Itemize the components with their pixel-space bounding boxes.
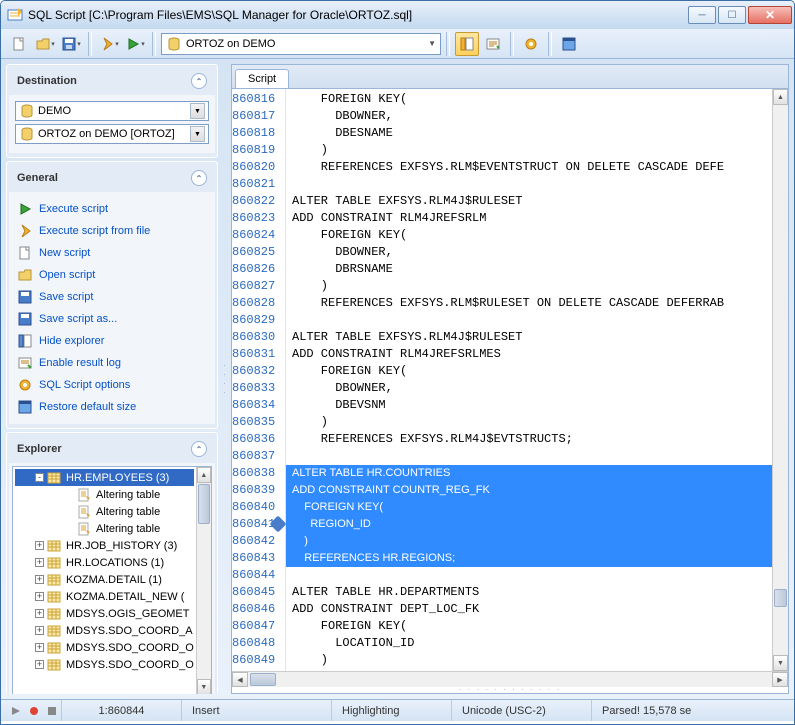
splitter[interactable]: ···· — [222, 64, 227, 694]
title-bar: SQL Script [C:\Program Files\EMS\SQL Man… — [1, 1, 794, 29]
general-title: General — [17, 172, 58, 184]
action-execute-script[interactable]: Execute script — [15, 198, 209, 220]
bottom-splitter[interactable]: · · · · · · · · · · · · — [232, 687, 788, 693]
run-button[interactable]: ▾ — [123, 32, 147, 56]
toolbar: ▾ ▾ ▾ ▾ ORTOZ on DEMO ▼ — [1, 29, 794, 59]
minimize-button[interactable]: ─ — [688, 6, 716, 24]
record-icon[interactable] — [25, 706, 43, 716]
database-value: DEMO — [38, 105, 71, 117]
app-icon — [7, 7, 23, 23]
action-new-script[interactable]: New script — [15, 242, 209, 264]
scroll-thumb[interactable] — [250, 673, 276, 686]
restore-size-button[interactable] — [557, 32, 581, 56]
side-panel: Destination⌃ DEMO▼ ORTOZ on DEMO [ORTOZ]… — [6, 64, 218, 694]
tree-scrollbar[interactable]: ▲ ▼ — [196, 467, 211, 694]
scroll-left-icon[interactable]: ◀ — [232, 672, 248, 687]
action-save-script-as-[interactable]: Save script as... — [15, 308, 209, 330]
scroll-thumb[interactable] — [774, 589, 787, 607]
close-button[interactable]: ✕ — [748, 6, 792, 24]
action-execute-script-from-file[interactable]: Execute script from file — [15, 220, 209, 242]
connection-label: ORTOZ on DEMO — [186, 38, 275, 50]
scroll-down-icon[interactable]: ▼ — [773, 655, 788, 671]
scroll-down-icon[interactable]: ▼ — [197, 679, 211, 694]
insert-mode: Insert — [181, 700, 331, 721]
scroll-up-icon[interactable]: ▲ — [197, 467, 211, 483]
tab-bar: Script — [232, 65, 788, 88]
editor-panel: Script 860816 860817 860818 860819 86082… — [231, 64, 789, 694]
tree-item[interactable]: +MDSYS.SDO_COORD_O — [15, 656, 194, 673]
destination-title: Destination — [17, 75, 77, 87]
tree-item[interactable]: +HR.JOB_HISTORY (3) — [15, 537, 194, 554]
collapse-icon[interactable]: ⌃ — [191, 441, 207, 457]
action-open-script[interactable]: Open script — [15, 264, 209, 286]
action-hide-explorer[interactable]: Hide explorer — [15, 330, 209, 352]
tree-item[interactable]: +KOZMA.DETAIL (1) — [15, 571, 194, 588]
collapse-icon[interactable]: ⌃ — [191, 73, 207, 89]
toggle-explorer-button[interactable] — [455, 32, 479, 56]
tree-item[interactable]: Altering table — [15, 520, 194, 537]
tree-item[interactable]: Altering table — [15, 503, 194, 520]
general-panel: General ⌃ Execute scriptExecute script fr… — [6, 161, 218, 429]
highlighting-status: Highlighting — [331, 700, 451, 721]
explorer-panel: Explorer⌃ -HR.EMPLOYEES (3)Altering tabl… — [6, 432, 218, 694]
dropdown-icon: ▼ — [428, 39, 436, 48]
database-combo[interactable]: DEMO▼ — [15, 101, 209, 121]
tree-item[interactable]: -HR.EMPLOYEES (3) — [15, 469, 194, 486]
line-gutter: 860816 860817 860818 860819 860820 86082… — [232, 89, 286, 671]
tree-item[interactable]: +HR.LOCATIONS (1) — [15, 554, 194, 571]
result-log-button[interactable] — [481, 32, 505, 56]
status-bar: 1:860844 Insert Highlighting Unicode (US… — [1, 699, 794, 721]
stop-icon[interactable] — [43, 706, 61, 716]
code-editor[interactable]: FOREIGN KEY( DBOWNER, DBESNAME ) REFEREN… — [286, 89, 772, 671]
tree-item[interactable]: +MDSYS.OGIS_GEOMET — [15, 605, 194, 622]
play-icon[interactable] — [7, 706, 25, 716]
tree-item[interactable]: +MDSYS.SDO_COORD_A — [15, 622, 194, 639]
tree-item[interactable]: +KOZMA.DETAIL_NEW ( — [15, 588, 194, 605]
scroll-right-icon[interactable]: ▶ — [772, 672, 788, 687]
execute-button[interactable]: ▾ — [97, 32, 121, 56]
save-script-button[interactable]: ▾ — [59, 32, 83, 56]
cursor-position: 1:860844 — [61, 700, 181, 721]
explorer-title: Explorer — [17, 443, 62, 455]
scroll-up-icon[interactable]: ▲ — [773, 89, 788, 105]
collapse-icon[interactable]: ⌃ — [191, 170, 207, 186]
encoding-status: Unicode (USC-2) — [451, 700, 591, 721]
parse-status: Parsed! 15,578 se — [591, 700, 788, 721]
explorer-tree[interactable]: -HR.EMPLOYEES (3)Altering tableAltering … — [12, 466, 212, 694]
action-enable-result-log[interactable]: Enable result log — [15, 352, 209, 374]
tree-item[interactable]: Altering table — [15, 486, 194, 503]
horizontal-scrollbar[interactable]: ◀ ▶ — [232, 671, 788, 687]
bookmark-icon — [270, 516, 287, 533]
action-restore-default-size[interactable]: Restore default size — [15, 396, 209, 418]
action-save-script[interactable]: Save script — [15, 286, 209, 308]
new-script-button[interactable] — [7, 32, 31, 56]
script-tab[interactable]: Script — [235, 69, 289, 88]
connection-combo[interactable]: ORTOZ on DEMO ▼ — [161, 33, 441, 55]
window-title: SQL Script [C:\Program Files\EMS\SQL Man… — [28, 8, 688, 22]
destination-panel: Destination ⌃ DEMO▼ ORTOZ on DEMO [ORTOZ]… — [6, 64, 218, 158]
action-sql-script-options[interactable]: SQL Script options — [15, 374, 209, 396]
vertical-scrollbar[interactable]: ▲ ▼ — [772, 89, 788, 671]
connection-value: ORTOZ on DEMO [ORTOZ] — [38, 128, 175, 140]
options-button[interactable] — [519, 32, 543, 56]
open-script-button[interactable]: ▾ — [33, 32, 57, 56]
connection-combo-2[interactable]: ORTOZ on DEMO [ORTOZ]▼ — [15, 124, 209, 144]
maximize-button[interactable]: ☐ — [718, 6, 746, 24]
scroll-thumb[interactable] — [198, 484, 210, 524]
tree-item[interactable]: +MDSYS.SDO_COORD_O — [15, 639, 194, 656]
